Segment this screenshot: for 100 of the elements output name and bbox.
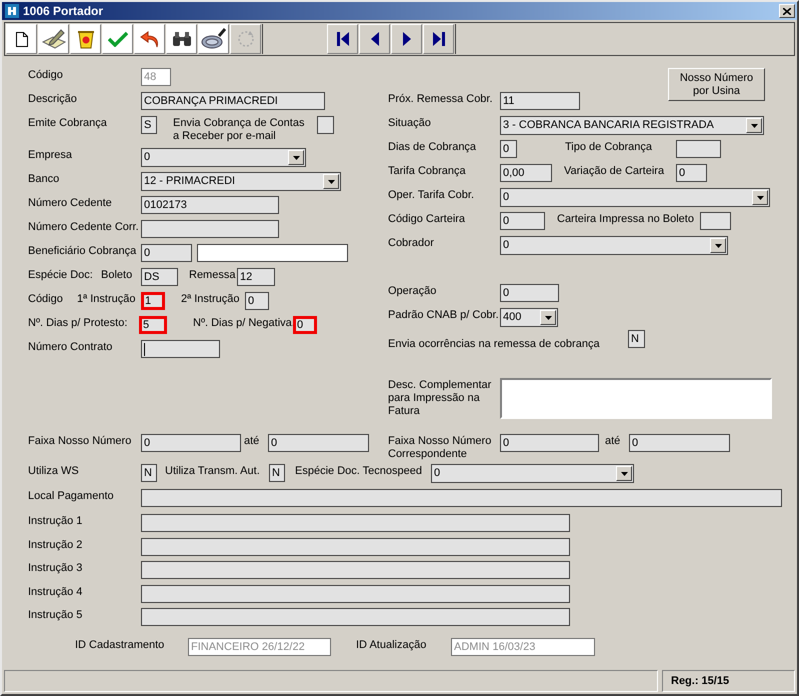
input-field[interactable]: N <box>141 464 157 482</box>
dropdown-button[interactable] <box>710 238 726 253</box>
field-label: Nº. Dias p/ Negativa. <box>193 316 293 330</box>
dropdown-button[interactable] <box>616 466 632 481</box>
input-field[interactable]: N <box>269 464 285 482</box>
input-field[interactable] <box>141 608 570 626</box>
input-field[interactable]: 0 <box>676 164 707 182</box>
last-record-icon <box>432 32 444 46</box>
dropdown-field[interactable]: 0 <box>500 188 770 207</box>
document-icon <box>16 32 28 46</box>
input-field[interactable] <box>141 514 570 532</box>
input-field[interactable] <box>700 212 731 230</box>
field-label: Instrução 2 <box>28 538 84 552</box>
input-field[interactable]: 0 <box>500 284 559 302</box>
record-counter: Reg.: 15/15 <box>662 670 795 692</box>
pencil-paper-icon <box>42 28 66 50</box>
field-label: até <box>244 434 260 448</box>
magnifier-icon <box>200 28 226 50</box>
input-field[interactable] <box>141 584 570 603</box>
toolbar-button[interactable] <box>166 24 197 54</box>
input-field[interactable]: 1 <box>141 292 165 310</box>
input-field[interactable]: 0 <box>141 434 241 452</box>
field-label: Faixa Nosso Número Correspondente <box>388 434 492 461</box>
toolbar-button[interactable] <box>38 24 69 54</box>
field-label: Utiliza Transm. Aut. <box>165 464 261 478</box>
close-icon <box>783 8 791 14</box>
trash-icon <box>76 29 94 49</box>
dropdown-field[interactable]: 0 <box>431 464 634 483</box>
input-field[interactable]: COBRANÇA PRIMACREDI <box>141 92 325 110</box>
field-label: Padrão CNAB p/ Cobr. <box>388 308 500 322</box>
field-label: Carteira Impressa no Boleto <box>557 212 695 226</box>
dropdown-field[interactable]: 0 <box>141 148 306 167</box>
dropdown-button[interactable] <box>540 310 556 325</box>
field-label: Instrução 1 <box>28 514 84 528</box>
dropdown-button[interactable] <box>752 190 768 205</box>
input-field[interactable]: N <box>628 330 645 348</box>
dropdown-field[interactable]: 12 - PRIMACREDI <box>141 172 341 191</box>
navigation-button[interactable] <box>327 24 358 54</box>
field-label: Situação <box>388 116 432 130</box>
input-field[interactable]: 0 <box>500 212 545 230</box>
field-label: Desc. Complementar para Impressão na Fatura <box>388 378 492 418</box>
field-label: Local Pagamento <box>28 489 115 503</box>
field-label: Nº. Dias p/ Protesto: <box>28 316 128 330</box>
input-field[interactable] <box>317 116 334 134</box>
caret-icon <box>292 156 300 160</box>
dropdown-button[interactable] <box>288 150 304 165</box>
field-label: Instrução 3 <box>28 561 84 576</box>
input-field[interactable] <box>141 561 570 580</box>
input-field[interactable] <box>676 140 721 158</box>
input-field[interactable]: 0 <box>500 434 599 452</box>
dropdown-field[interactable]: 3 - COBRANCA BANCARIA REGISTRADA <box>500 116 764 135</box>
caret-icon <box>750 124 758 128</box>
toolbar-button[interactable] <box>134 24 165 54</box>
dropdown-button[interactable] <box>323 174 339 189</box>
input-field[interactable]: DS <box>141 268 178 286</box>
input-field[interactable] <box>141 220 279 238</box>
input-field[interactable] <box>141 538 570 556</box>
dropdown-field[interactable]: 400 <box>500 308 558 327</box>
dropdown-field[interactable]: 0 <box>500 236 728 255</box>
field-label: Número Cedente Corr. <box>28 220 140 234</box>
input-field[interactable]: S <box>141 116 157 134</box>
field-label: Código <box>28 68 64 82</box>
input-field[interactable]: 0 <box>268 434 369 452</box>
input-field[interactable] <box>197 244 348 262</box>
field-label: Cobrador <box>388 236 435 250</box>
input-field[interactable] <box>141 340 220 358</box>
app-icon <box>5 4 19 18</box>
caret-icon <box>756 196 764 200</box>
dropdown-button[interactable] <box>746 118 762 133</box>
navigation-button[interactable] <box>423 24 454 54</box>
input-field[interactable]: 0102173 <box>141 196 279 214</box>
field-label: ID Cadastramento <box>75 638 166 652</box>
input-field[interactable]: 0,00 <box>500 164 552 182</box>
field-label: Banco <box>28 172 60 186</box>
input-field[interactable]: 0 <box>293 316 317 334</box>
input-field[interactable] <box>141 489 782 507</box>
nosso-numero-button[interactable]: Nosso Número por Usina <box>668 68 765 101</box>
field-label: Tarifa Cobrança <box>388 164 467 178</box>
field-label: Envia Cobrança de Contas a Receber por e-mail <box>173 116 306 143</box>
field-label: Utiliza WS <box>28 464 80 478</box>
caret-icon <box>328 180 334 184</box>
toolbar-button[interactable] <box>198 24 229 54</box>
input-field[interactable]: 0 <box>141 244 192 262</box>
toolbar-button[interactable] <box>6 24 37 54</box>
navigation-button[interactable] <box>359 24 390 54</box>
input-field[interactable]: 0 <box>245 292 269 310</box>
input-field[interactable] <box>500 378 772 419</box>
field-label: Boleto <box>101 268 134 282</box>
input-field[interactable]: 0 <box>500 140 517 158</box>
field-label: Variação de Carteira <box>564 164 666 178</box>
input-field[interactable]: 0 <box>629 434 730 452</box>
field-label: Envia ocorrências na remessa de cobrança <box>388 337 601 351</box>
field-label: ID Atualização <box>356 638 428 652</box>
navigation-button[interactable] <box>391 24 422 54</box>
window-title: 1006 Portador <box>23 4 104 18</box>
input-field[interactable]: 11 <box>500 92 580 110</box>
close-button[interactable] <box>779 4 795 18</box>
input-field[interactable]: 12 <box>237 268 275 286</box>
field-label: Emite Cobrança <box>28 116 108 130</box>
input-field[interactable]: 5 <box>139 316 167 334</box>
